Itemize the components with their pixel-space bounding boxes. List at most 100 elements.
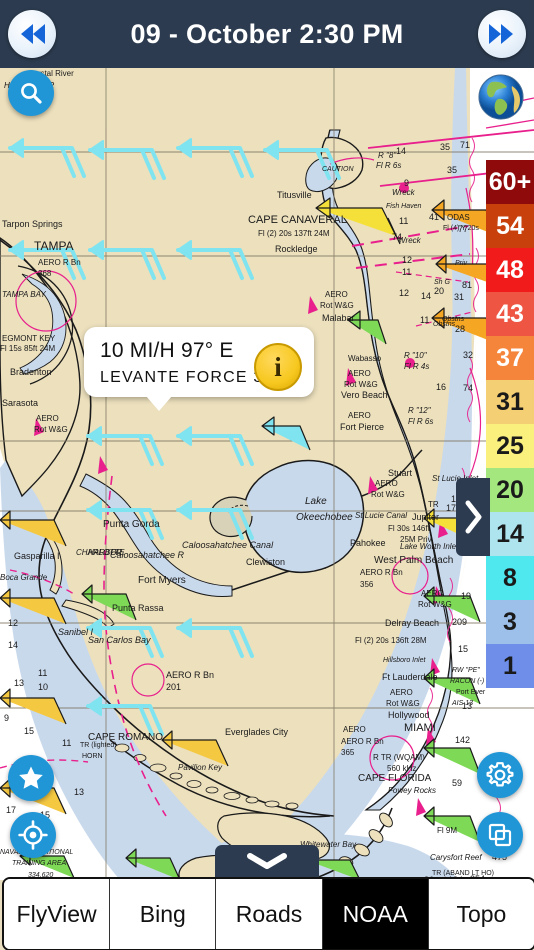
tab-flyview[interactable]: FlyView: [4, 879, 111, 949]
depth-sounding: 14: [421, 291, 431, 301]
next-forecast-button[interactable]: [478, 10, 526, 58]
tab-roads[interactable]: Roads: [216, 879, 323, 949]
chevron-down-icon: [247, 853, 287, 869]
legend-cell-54[interactable]: 54: [486, 204, 534, 248]
locate-me-button[interactable]: [10, 812, 56, 858]
map-label: Fort Pierce: [340, 422, 384, 432]
depth-sounding: 31: [454, 292, 464, 302]
map-label: Fl 9M: [437, 826, 457, 835]
map-label: Fl (2) 20s 137ft 24M: [258, 229, 330, 238]
layers-button[interactable]: [477, 812, 523, 858]
map-label: AERO: [390, 688, 413, 697]
map-label: Punta Gorda: [103, 519, 160, 530]
map-label: Rot W&G: [371, 490, 405, 499]
map-label: AERO: [343, 725, 366, 734]
depth-sounding: 81: [462, 280, 472, 290]
legend-cell-8[interactable]: 8: [486, 556, 534, 600]
map-label: Pahokee: [350, 538, 386, 548]
globe-button[interactable]: [476, 72, 526, 122]
legend-cell-60plus[interactable]: 60+: [486, 160, 534, 204]
map-label: Stuart: [388, 468, 413, 478]
map-label: AERO: [375, 479, 398, 488]
map-label: Rot W&G: [344, 380, 378, 389]
depth-sounding: 14: [396, 146, 406, 156]
depth-sounding: 71: [460, 140, 470, 150]
panel-collapse-handle[interactable]: [215, 845, 319, 877]
wind-info-callout[interactable]: 10 MI/H 97° E LEVANTE FORCE 3 i: [84, 327, 314, 411]
callout-body: 10 MI/H 97° E LEVANTE FORCE 3 i: [84, 327, 314, 411]
map-label: 356: [360, 580, 374, 589]
favorites-button[interactable]: [8, 755, 54, 801]
map-label: 365: [341, 748, 355, 757]
basemap-tabbar[interactable]: FlyView Bing Roads NOAA Topo: [2, 877, 534, 950]
map-label: Fowey Rocks: [388, 786, 436, 795]
depth-sounding: 11: [62, 738, 71, 748]
map-label: Ft Lauderdale: [382, 672, 438, 682]
map-label: Sarasota: [2, 398, 38, 408]
depth-sounding: 59: [452, 778, 462, 788]
map-label: Rot W&G: [418, 600, 452, 609]
map-label: R "12": [408, 406, 432, 415]
depth-sounding: 9: [404, 178, 409, 188]
info-icon[interactable]: i: [254, 343, 302, 391]
globe-icon: [478, 74, 524, 120]
legend-cell-31[interactable]: 31: [486, 380, 534, 424]
map-label: Clewiston: [246, 557, 285, 567]
map-label: Fl 15s 85ft 24M: [0, 344, 55, 353]
map-label: Bradenton: [10, 367, 52, 377]
depth-sounding: 11: [420, 315, 429, 325]
map-label: Caloosahatchee Canal: [182, 540, 274, 550]
search-icon: [21, 83, 42, 104]
map-label: Caloosahatchee R: [110, 550, 185, 560]
map-label: Priv: [455, 260, 468, 267]
search-button[interactable]: [8, 70, 54, 116]
callout-tail: [146, 396, 172, 411]
gps-target-icon: [18, 820, 48, 850]
depth-sounding: 12: [8, 618, 18, 628]
legend-cell-25[interactable]: 25: [486, 424, 534, 468]
depth-sounding: 209: [452, 617, 467, 627]
tab-bing[interactable]: Bing: [110, 879, 217, 949]
map-label: 201: [166, 682, 181, 692]
map-label: Gasparilla I: [14, 551, 60, 561]
map-label: Rot W&G: [34, 425, 68, 434]
map-label: San Carlos Bay: [88, 635, 151, 645]
legend-cell-1[interactable]: 1: [486, 644, 534, 688]
legend-cell-43[interactable]: 43: [486, 292, 534, 336]
map-label: AERO: [36, 414, 59, 423]
legend-cell-48[interactable]: 48: [486, 248, 534, 292]
depth-sounding: 32: [463, 350, 473, 360]
chevron-right-icon: [465, 500, 482, 534]
tab-noaa[interactable]: NOAA: [322, 879, 429, 949]
depth-sounding: 77: [458, 224, 468, 234]
map-label: Pavilion Key: [178, 763, 223, 772]
map-label: TR: [428, 500, 439, 509]
depth-sounding: 74: [463, 383, 473, 393]
map-label: Delray Beach: [385, 618, 439, 628]
legend-cell-14[interactable]: 14: [486, 512, 534, 556]
legend-cell-3[interactable]: 3: [486, 600, 534, 644]
depth-sounding: 35: [440, 142, 450, 152]
nautical-chart-map[interactable]: Crystal RiverHomosassa RTarpon SpringsTA…: [0, 68, 534, 880]
depth-sounding: 19: [461, 591, 471, 601]
wind-speed-legend[interactable]: 60+ 54 48 43 37 31 25 20 14 8 3 1: [456, 160, 534, 688]
legend-cell-20[interactable]: 20: [486, 468, 534, 512]
map-label: Hollywood: [388, 710, 430, 720]
map-label: AERO: [348, 411, 371, 420]
legend-collapse-handle[interactable]: [456, 478, 490, 556]
map-label: Everglades City: [225, 727, 289, 737]
map-label: Fl (2) 20s 136ft 28M: [355, 636, 427, 645]
map-label: Fl R 6s: [376, 161, 401, 170]
map-label: RW "PE": [452, 667, 480, 674]
tab-topo[interactable]: Topo: [428, 879, 534, 949]
depth-sounding: 142: [455, 735, 470, 745]
map-label: Lake: [305, 496, 327, 507]
depth-sounding: 9: [4, 713, 9, 723]
legend-cell-37[interactable]: 37: [486, 336, 534, 380]
depth-sounding: 11: [38, 668, 47, 678]
settings-button[interactable]: [477, 752, 523, 798]
depth-sounding: 14: [8, 640, 18, 650]
map-label: Fish Haven: [386, 203, 422, 210]
map-label: AERO: [421, 589, 444, 598]
gear-icon: [486, 762, 514, 787]
